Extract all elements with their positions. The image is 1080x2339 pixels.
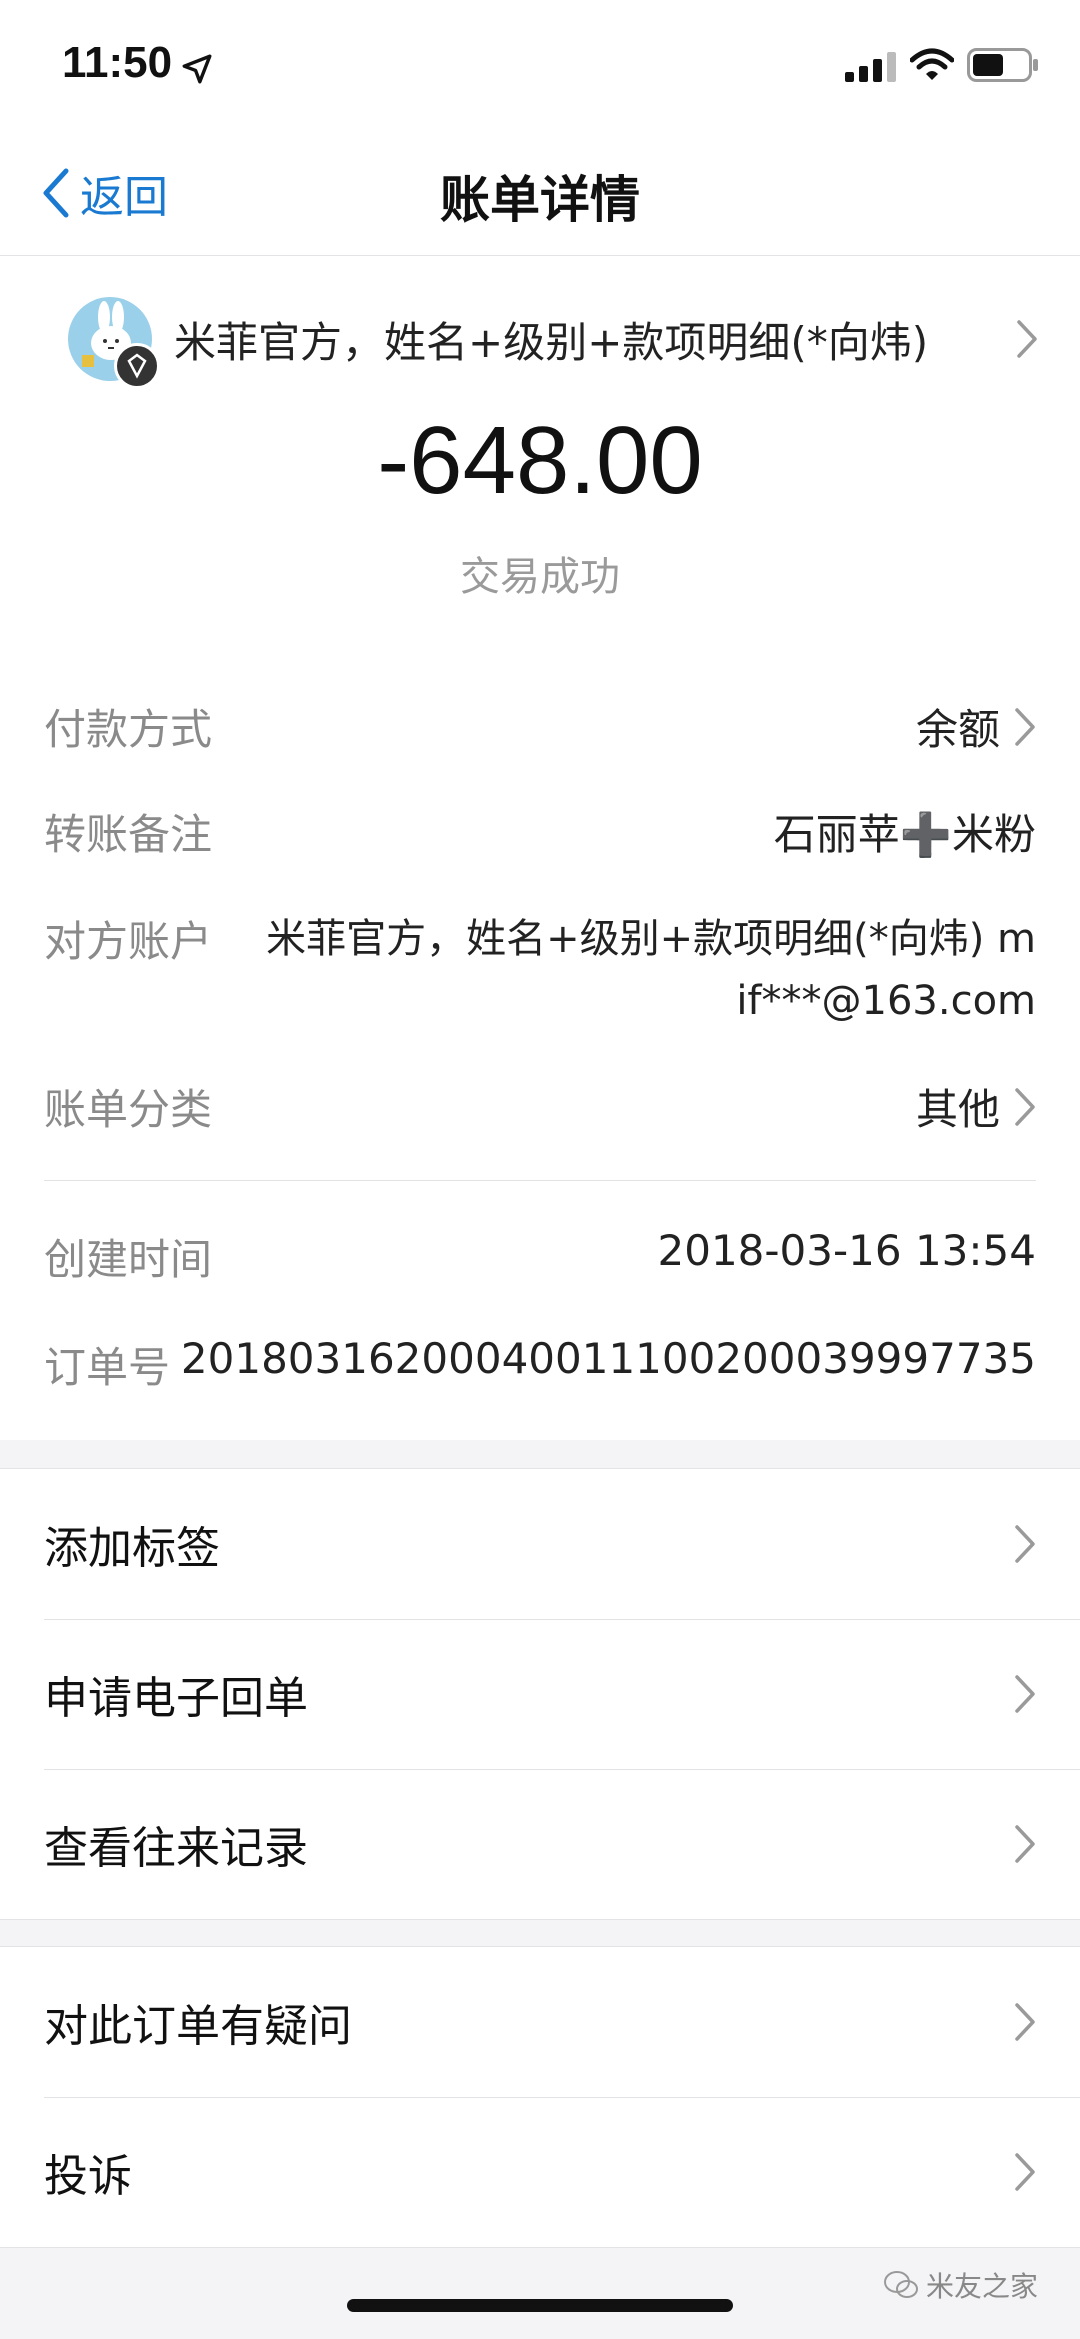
wifi-icon <box>910 48 954 80</box>
verified-badge-icon <box>114 343 160 389</box>
transaction-status: 交易成功 <box>460 554 620 600</box>
bill-category-value: 其他 <box>915 1085 1000 1134</box>
chevron-right-icon <box>1015 1825 1035 1863</box>
counterparty-account-label: 对方账户 <box>44 917 213 966</box>
transfer-note-value: 石丽苹➕米粉 <box>773 810 1036 859</box>
order-number-label: 订单号 <box>44 1343 171 1392</box>
avatar <box>68 297 160 389</box>
battery-icon <box>967 48 1038 82</box>
add-tag-item[interactable]: 添加标签 <box>0 1469 1080 1619</box>
request-e-receipt-item[interactable]: 申请电子回单 <box>0 1619 1080 1769</box>
bill-category-row[interactable]: 账单分类 其他 <box>44 1076 1036 1137</box>
bill-detail-card: 米菲官方，姓名+级别+款项明细(*向炜) -648.00 交易成功 付款方式 余… <box>0 256 1080 1440</box>
transfer-note-label: 转账备注 <box>44 810 213 859</box>
bill-category-label: 账单分类 <box>44 1085 213 1134</box>
view-history-label: 查看往来记录 <box>44 1823 308 1874</box>
counterparty-account-line2: if***@163.com <box>736 978 1036 1024</box>
status-time: 11:50 <box>62 38 173 87</box>
complaint-item[interactable]: 投诉 <box>0 2097 1080 2247</box>
chevron-right-icon <box>1015 1525 1035 1563</box>
order-question-label: 对此订单有疑问 <box>44 2001 352 2052</box>
add-tag-label: 添加标签 <box>44 1523 220 1574</box>
wechat-icon <box>884 2271 918 2298</box>
chevron-right-icon <box>1015 2153 1035 2191</box>
watermark: 米友之家 <box>884 2265 1038 2305</box>
home-indicator[interactable] <box>347 2299 733 2312</box>
merchant-row[interactable]: 米菲官方，姓名+级别+款项明细(*向炜) <box>68 296 1038 389</box>
payment-method-label: 付款方式 <box>44 705 213 754</box>
chevron-right-icon <box>1015 707 1035 746</box>
page-title: 账单详情 <box>440 171 640 229</box>
order-number-value: 20180316200040011100200039997735 <box>180 1334 1036 1383</box>
support-menu-group: 对此订单有疑问 投诉 <box>0 1946 1080 2248</box>
order-number-row: 订单号 20180316200040011100200039997735 <box>44 1334 1036 1395</box>
counterparty-account-row: 对方账户 米菲官方，姓名+级别+款项明细(*向炜) m if***@163.co… <box>44 908 1036 1032</box>
amount: -648.00 <box>377 407 703 514</box>
nav-bar: 返回 账单详情 <box>0 130 1080 256</box>
watermark-text: 米友之家 <box>926 2270 1039 2303</box>
merchant-name: 米菲官方，姓名+级别+款项明细(*向炜) <box>174 317 929 367</box>
chevron-right-icon <box>1017 320 1037 358</box>
transfer-note-row: 转账备注 石丽苹➕米粉 <box>44 801 1036 862</box>
counterparty-account-line1: 米菲官方，姓名+级别+款项明细(*向炜) m <box>266 916 1036 962</box>
location-arrow-icon <box>182 54 212 84</box>
payment-method-value: 余额 <box>915 705 1000 754</box>
request-e-receipt-label: 申请电子回单 <box>44 1673 308 1724</box>
created-time-label: 创建时间 <box>44 1235 213 1284</box>
created-time-value: 2018-03-16 13:54 <box>657 1226 1036 1275</box>
chevron-right-icon <box>1015 2003 1035 2041</box>
actions-menu-group: 添加标签 申请电子回单 查看往来记录 <box>0 1468 1080 1920</box>
view-history-item[interactable]: 查看往来记录 <box>0 1769 1080 1919</box>
order-question-item[interactable]: 对此订单有疑问 <box>0 1947 1080 2097</box>
status-bar: 11:50 <box>0 0 1080 130</box>
chevron-right-icon <box>1015 1087 1035 1126</box>
created-time-row: 创建时间 2018-03-16 13:54 <box>44 1226 1036 1287</box>
payment-method-row[interactable]: 付款方式 余额 <box>44 696 1036 757</box>
complaint-label: 投诉 <box>44 2151 132 2202</box>
counterparty-account-value: 米菲官方，姓名+级别+款项明细(*向炜) m if***@163.com <box>246 908 1036 1032</box>
chevron-right-icon <box>1015 1675 1035 1713</box>
signal-icon <box>845 52 896 82</box>
divider <box>44 1180 1036 1181</box>
